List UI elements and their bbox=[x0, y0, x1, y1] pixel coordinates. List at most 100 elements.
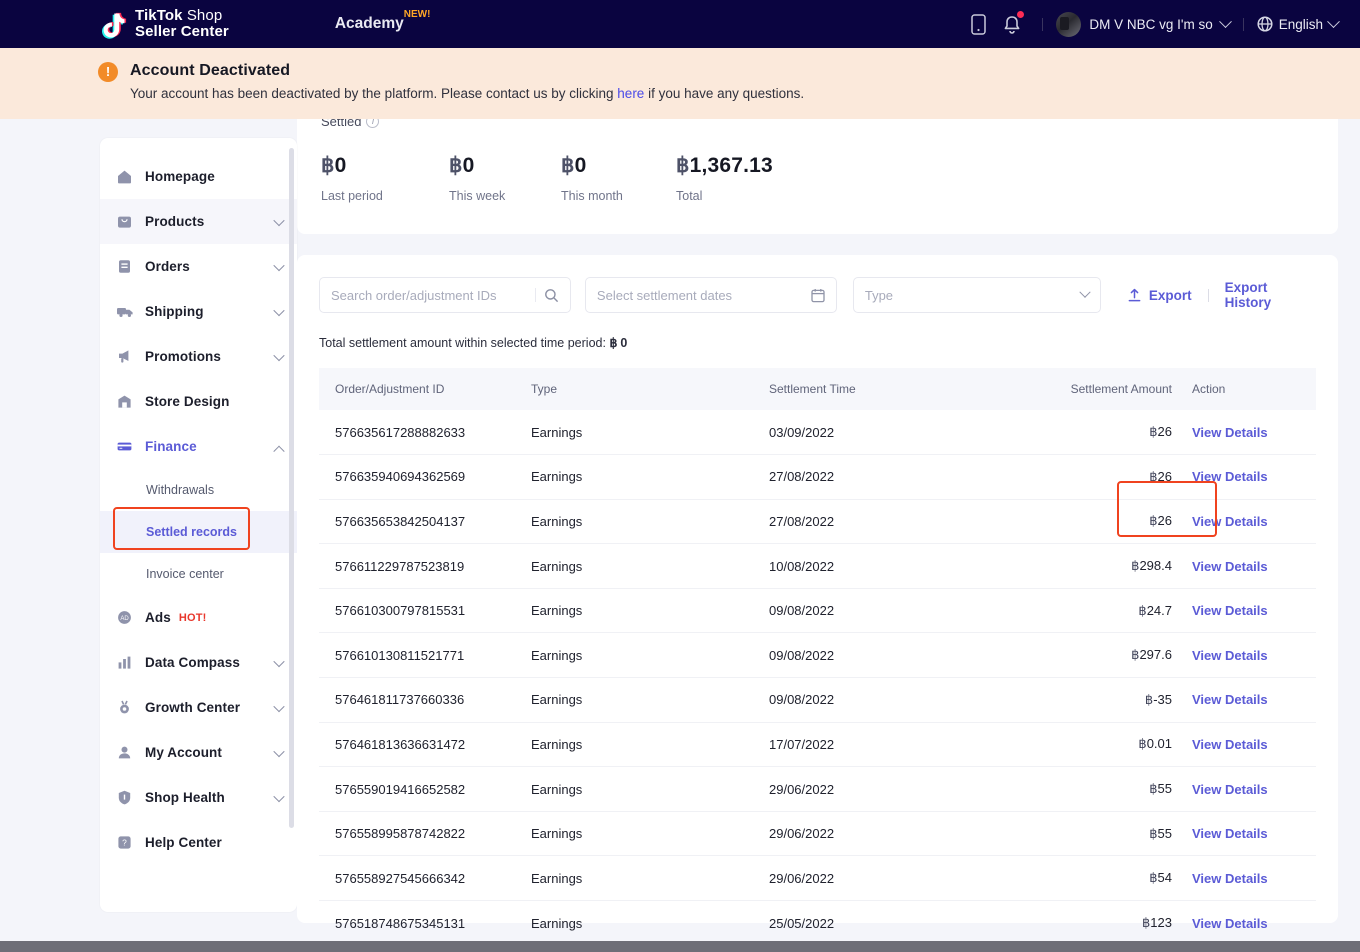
chevron-down-icon bbox=[273, 790, 285, 802]
view-details-link[interactable]: View Details bbox=[1192, 782, 1268, 797]
view-details-link[interactable]: View Details bbox=[1192, 737, 1268, 752]
table-row: 576610300797815531 Earnings 09/08/2022 ฿24.… bbox=[319, 588, 1316, 634]
academy-link[interactable]: Academy NEW! bbox=[335, 9, 431, 33]
nav-divider-1 bbox=[1042, 17, 1044, 31]
top-navigation-bar: TikTok Shop Seller Center Academy NEW! D… bbox=[0, 0, 1360, 48]
export-history-button[interactable]: Export History bbox=[1225, 280, 1316, 310]
amount-value: 26 bbox=[1157, 424, 1172, 440]
sidebar-item-shipping[interactable]: Shipping bbox=[100, 289, 297, 334]
horizontal-scrollbar[interactable] bbox=[0, 941, 1360, 952]
view-details-link[interactable]: View Details bbox=[1192, 916, 1268, 931]
cell-action: View Details bbox=[1172, 499, 1316, 545]
cell-settlement-amount: ฿24.7 bbox=[1012, 588, 1172, 634]
table-row: 576461811737660336 Earnings 09/08/2022 ฿-35… bbox=[319, 677, 1316, 723]
table-body: 576635617288882633 Earnings 03/09/2022 ฿26 V… bbox=[319, 410, 1316, 943]
cell-settlement-amount: ฿0.01 bbox=[1012, 722, 1172, 768]
notifications-button[interactable] bbox=[995, 7, 1029, 41]
cell-action: View Details bbox=[1172, 588, 1316, 634]
view-details-link[interactable]: View Details bbox=[1192, 692, 1268, 707]
bar-chart-icon bbox=[115, 653, 134, 672]
view-details-link[interactable]: View Details bbox=[1192, 469, 1268, 484]
sidebar-label: Promotions bbox=[145, 349, 222, 364]
sidebar-item-homepage[interactable]: Homepage bbox=[100, 154, 297, 199]
view-details-link[interactable]: View Details bbox=[1192, 603, 1268, 618]
view-details-link[interactable]: View Details bbox=[1192, 871, 1268, 886]
total-label: Total settlement amount within selected … bbox=[319, 336, 610, 350]
cell-type: Earnings bbox=[531, 588, 769, 634]
sidebar-subitem-settled-records[interactable]: Settled records bbox=[100, 511, 297, 553]
mobile-app-button[interactable] bbox=[961, 7, 995, 41]
cell-settlement-time: 09/08/2022 bbox=[769, 632, 1012, 679]
search-placeholder: Search order/adjustment IDs bbox=[331, 287, 497, 303]
stat-value: ฿0 bbox=[321, 153, 449, 178]
calendar-icon bbox=[811, 288, 825, 302]
export-history-label: Export History bbox=[1224, 280, 1272, 310]
cell-settlement-time: 17/07/2022 bbox=[769, 722, 1012, 768]
sidebar-item-help-center[interactable]: ? Help Center bbox=[100, 820, 297, 865]
stat-amount: 0 bbox=[574, 154, 587, 177]
currency-symbol: ฿ bbox=[321, 154, 335, 177]
cell-settlement-time: 27/08/2022 bbox=[769, 454, 1012, 500]
brand-logo-text: TikTok Shop Seller Center bbox=[135, 8, 229, 40]
language-label: English bbox=[1278, 16, 1323, 32]
type-select[interactable]: Type bbox=[852, 277, 1101, 313]
stat-amount: 0 bbox=[334, 154, 347, 177]
user-menu[interactable]: DM V NBC vg I'm so bbox=[1056, 11, 1232, 37]
sidebar-item-shop-health[interactable]: Shop Health bbox=[100, 775, 297, 820]
cell-type: Earnings bbox=[531, 499, 769, 545]
sidebar-item-data-compass[interactable]: Data Compass bbox=[100, 640, 297, 685]
logo-line1-thin: Shop bbox=[182, 7, 223, 24]
cell-action: View Details bbox=[1172, 901, 1316, 943]
academy-new-badge: NEW! bbox=[403, 9, 431, 20]
sidebar-label: Ads bbox=[145, 610, 171, 625]
stat-value: ฿0 bbox=[561, 153, 676, 178]
settlement-date-picker[interactable]: Select settlement dates bbox=[584, 277, 837, 313]
search-icon[interactable] bbox=[544, 288, 559, 303]
stat-amount: 0 bbox=[462, 154, 475, 177]
column-header-time: Settlement Time bbox=[769, 368, 1012, 410]
view-details-link[interactable]: View Details bbox=[1192, 559, 1268, 574]
chevron-up-icon bbox=[273, 445, 285, 457]
contact-us-link[interactable]: here bbox=[617, 86, 644, 101]
sidebar-label: Growth Center bbox=[145, 700, 241, 715]
sidebar-subitem-withdrawals[interactable]: Withdrawals bbox=[100, 469, 297, 511]
cell-type: Earnings bbox=[531, 722, 769, 768]
cell-settlement-amount: ฿123 bbox=[1012, 901, 1172, 943]
cell-action: View Details bbox=[1172, 454, 1316, 500]
info-icon[interactable]: i bbox=[366, 119, 380, 128]
sidebar-item-growth-center[interactable]: Growth Center bbox=[100, 685, 297, 730]
sidebar-item-ads[interactable]: AD Ads HOT! bbox=[100, 595, 297, 640]
summary-stats: ฿0 Last period ฿0 This week ฿0 This mont… bbox=[321, 153, 1314, 203]
summary-title-text: Settled bbox=[321, 119, 362, 129]
toolbar-divider bbox=[1207, 288, 1209, 302]
cell-type: Earnings bbox=[531, 410, 769, 456]
megaphone-icon bbox=[115, 347, 134, 366]
view-details-link[interactable]: View Details bbox=[1192, 425, 1268, 440]
currency-symbol: ฿ bbox=[1138, 602, 1147, 618]
sidebar-item-orders[interactable]: Orders bbox=[100, 244, 297, 289]
sidebar-scrollbar[interactable] bbox=[289, 148, 294, 888]
sidebar-item-my-account[interactable]: My Account bbox=[100, 730, 297, 775]
view-details-link[interactable]: View Details bbox=[1192, 648, 1268, 663]
view-details-link[interactable]: View Details bbox=[1192, 514, 1268, 529]
sidebar-item-promotions[interactable]: Promotions bbox=[100, 334, 297, 379]
sidebar-item-store-design[interactable]: Store Design bbox=[100, 379, 297, 424]
export-button[interactable]: Export bbox=[1127, 288, 1192, 303]
language-selector[interactable]: English bbox=[1257, 14, 1340, 32]
total-value: 0 bbox=[620, 336, 628, 350]
sidebar-item-products[interactable]: Products bbox=[100, 199, 297, 244]
sidebar-column: Homepage Products Orders Shipping Promot… bbox=[0, 119, 297, 943]
sidebar-scrollbar-thumb[interactable] bbox=[289, 148, 294, 828]
sidebar-subitem-invoice-center[interactable]: Invoice center bbox=[100, 553, 297, 595]
chevron-down-icon bbox=[273, 259, 285, 271]
currency-symbol: ฿ bbox=[1149, 825, 1158, 841]
avatar bbox=[1056, 11, 1082, 37]
sidebar-item-finance[interactable]: Finance bbox=[100, 424, 297, 469]
help-icon: ? bbox=[115, 833, 134, 852]
amount-value: -35 bbox=[1153, 691, 1172, 707]
brand-logo[interactable]: TikTok Shop Seller Center bbox=[96, 7, 229, 41]
view-details-link[interactable]: View Details bbox=[1192, 826, 1268, 841]
search-input[interactable]: Search order/adjustment IDs bbox=[319, 277, 571, 313]
total-settlement-line: Total settlement amount within selected … bbox=[319, 335, 1316, 350]
cell-order-id: 576635617288882633 bbox=[319, 410, 531, 456]
